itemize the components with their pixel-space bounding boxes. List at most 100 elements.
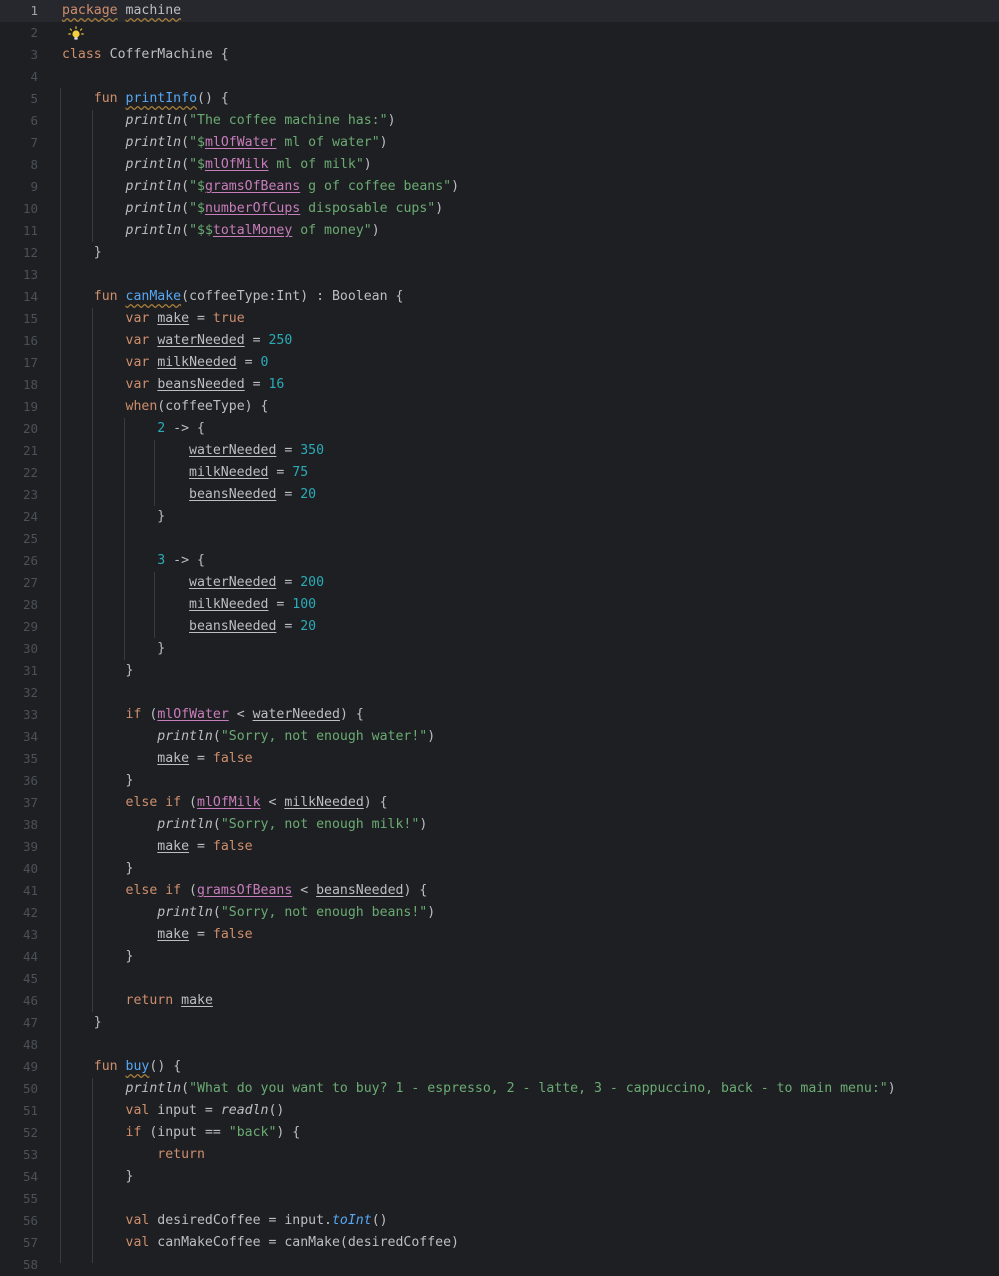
code-line[interactable]: 5 fun printInfo() { [0,88,999,110]
code-text[interactable]: println("Sorry, not enough beans!") [62,902,435,924]
line-number[interactable]: 5 [0,88,38,110]
code-text[interactable]: } [62,660,134,682]
code-line[interactable]: 10 println("$numberOfCups disposable cup… [0,198,999,220]
code-line[interactable]: 50 println("What do you want to buy? 1 -… [0,1078,999,1100]
code-line[interactable]: 52 if (input == "back") { [0,1122,999,1144]
line-number[interactable]: 33 [0,704,38,726]
line-number[interactable]: 28 [0,594,38,616]
code-line[interactable]: 43 make = false [0,924,999,946]
line-number[interactable]: 11 [0,220,38,242]
code-line[interactable]: 38 println("Sorry, not enough milk!") [0,814,999,836]
line-number[interactable]: 34 [0,726,38,748]
code-line[interactable]: 1 package machine [0,0,999,22]
code-text[interactable]: } [62,858,134,880]
code-text[interactable]: } [62,1166,134,1188]
code-line[interactable]: 47 } [0,1012,999,1034]
code-line[interactable]: 53 return [0,1144,999,1166]
code-line[interactable]: 26 3 -> { [0,550,999,572]
code-line[interactable]: 25 [0,528,999,550]
lightbulb-intention-icon[interactable] [68,26,84,42]
code-line[interactable]: 20 2 -> { [0,418,999,440]
line-number[interactable]: 2 [0,22,38,44]
code-line[interactable]: 22 milkNeeded = 75 [0,462,999,484]
code-line[interactable]: 9 println("$gramsOfBeans g of coffee bea… [0,176,999,198]
code-line[interactable]: 51 val input = readln() [0,1100,999,1122]
code-line[interactable]: 56 val desiredCoffee = input.toInt() [0,1210,999,1232]
line-number[interactable]: 49 [0,1056,38,1078]
line-number[interactable]: 44 [0,946,38,968]
line-number[interactable]: 32 [0,682,38,704]
code-text[interactable]: var waterNeeded = 250 [62,330,293,352]
line-number[interactable]: 35 [0,748,38,770]
code-text[interactable]: make = false [62,924,252,946]
code-text[interactable]: milkNeeded = 100 [62,594,316,616]
line-number[interactable]: 40 [0,858,38,880]
code-line[interactable]: 13 [0,264,999,286]
code-line[interactable]: 40 } [0,858,999,880]
code-line[interactable]: 3 class CofferMachine { [0,44,999,66]
code-line[interactable]: 55 [0,1188,999,1210]
line-number[interactable]: 37 [0,792,38,814]
line-number[interactable]: 42 [0,902,38,924]
code-text[interactable]: else if (gramsOfBeans < beansNeeded) { [62,880,428,902]
code-line[interactable]: 45 [0,968,999,990]
code-text[interactable]: 2 -> { [62,418,205,440]
line-number[interactable]: 19 [0,396,38,418]
line-number[interactable]: 43 [0,924,38,946]
line-number[interactable]: 6 [0,110,38,132]
code-line[interactable]: 30 } [0,638,999,660]
line-number[interactable]: 55 [0,1188,38,1210]
code-line[interactable]: 8 println("$mlOfMilk ml of milk") [0,154,999,176]
code-text[interactable]: else if (mlOfMilk < milkNeeded) { [62,792,388,814]
line-number[interactable]: 22 [0,462,38,484]
code-text[interactable]: println("$numberOfCups disposable cups") [62,198,444,220]
line-number[interactable]: 9 [0,176,38,198]
code-text[interactable]: println("$mlOfMilk ml of milk") [62,154,372,176]
code-line[interactable]: 35 make = false [0,748,999,770]
line-number[interactable]: 15 [0,308,38,330]
code-text[interactable]: } [62,638,165,660]
line-number[interactable]: 7 [0,132,38,154]
code-text[interactable]: return make [62,990,213,1012]
code-line[interactable]: 57 val canMakeCoffee = canMake(desiredCo… [0,1232,999,1254]
code-line[interactable]: 42 println("Sorry, not enough beans!") [0,902,999,924]
code-text[interactable]: beansNeeded = 20 [62,616,316,638]
code-line[interactable]: 16 var waterNeeded = 250 [0,330,999,352]
line-number[interactable]: 13 [0,264,38,286]
line-number[interactable]: 23 [0,484,38,506]
code-text[interactable]: } [62,1012,102,1034]
code-line[interactable]: 24 } [0,506,999,528]
line-number[interactable]: 14 [0,286,38,308]
code-text[interactable]: fun buy() { [62,1056,181,1078]
line-number[interactable]: 8 [0,154,38,176]
line-number[interactable]: 38 [0,814,38,836]
code-line[interactable]: 21 waterNeeded = 350 [0,440,999,462]
code-line[interactable]: 37 else if (mlOfMilk < milkNeeded) { [0,792,999,814]
code-text[interactable]: fun printInfo() { [62,88,229,110]
code-line[interactable]: 41 else if (gramsOfBeans < beansNeeded) … [0,880,999,902]
line-number[interactable]: 29 [0,616,38,638]
line-number[interactable]: 52 [0,1122,38,1144]
code-line[interactable]: 14 fun canMake(coffeeType:Int) : Boolean… [0,286,999,308]
line-number[interactable]: 20 [0,418,38,440]
code-text[interactable]: class CofferMachine { [62,44,229,66]
line-number[interactable]: 30 [0,638,38,660]
code-line[interactable]: 34 println("Sorry, not enough water!") [0,726,999,748]
code-text[interactable]: } [62,506,165,528]
code-text[interactable]: val canMakeCoffee = canMake(desiredCoffe… [62,1232,459,1254]
line-number[interactable]: 54 [0,1166,38,1188]
code-line[interactable]: 19 when(coffeeType) { [0,396,999,418]
line-number[interactable]: 39 [0,836,38,858]
code-text[interactable]: make = false [62,836,252,858]
code-line[interactable]: 48 [0,1034,999,1056]
code-text[interactable]: if (mlOfWater < waterNeeded) { [62,704,364,726]
code-text[interactable]: println("Sorry, not enough water!") [62,726,435,748]
code-text[interactable]: var beansNeeded = 16 [62,374,285,396]
code-text[interactable]: val input = readln() [62,1100,285,1122]
code-line[interactable]: 18 var beansNeeded = 16 [0,374,999,396]
code-text[interactable]: return [62,1144,205,1166]
code-line[interactable]: 2 [0,22,999,44]
code-line[interactable]: 36 } [0,770,999,792]
code-line[interactable]: 23 beansNeeded = 20 [0,484,999,506]
line-number[interactable]: 48 [0,1034,38,1056]
